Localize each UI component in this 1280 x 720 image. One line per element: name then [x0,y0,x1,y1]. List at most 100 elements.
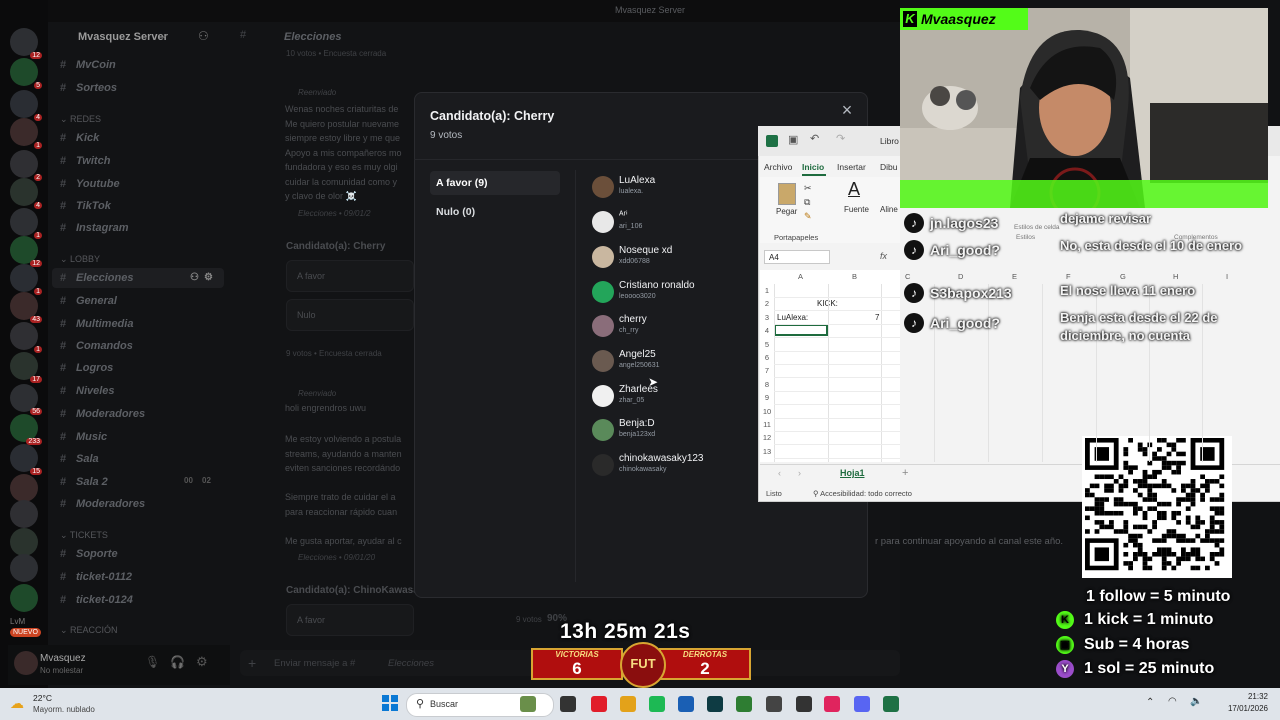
server-icon[interactable]: 2 [10,150,42,181]
column-header[interactable]: E [1012,272,1017,281]
option-a-favor[interactable]: A favor (9) [430,171,560,195]
fx-icon[interactable]: fx [880,251,887,261]
copy-icon[interactable]: ⧉ [804,197,810,208]
channel-item[interactable]: # General [60,295,117,307]
channel-item[interactable]: # Instagram [60,222,129,234]
volume-icon[interactable]: 🔈 [1190,696,1202,707]
wifi-icon[interactable]: ◠ [1168,696,1177,707]
tab-inicio[interactable]: Inicio [802,162,824,172]
channel-item[interactable]: # Youtube [60,178,120,190]
tiktok-app-icon[interactable] [824,696,840,712]
row-header[interactable]: 13 [760,447,774,456]
category-header[interactable]: ⌄ TICKETS [60,530,108,541]
voter-row[interactable]: Angel25 angel250631 [592,347,752,377]
channel-item[interactable]: # Comandos [60,340,133,352]
font-icon[interactable]: A [848,179,860,200]
column-header[interactable]: A [798,272,803,281]
channel-item[interactable]: # Niveles [60,385,115,397]
voter-row[interactable]: Cristiano ronaldo leoooo3020 [592,278,752,308]
voter-row[interactable]: LuAlexa lualexa. [592,173,752,203]
channel-item[interactable]: # Twitch [60,155,110,167]
voter-row[interactable]: Benja:D benja123xd [592,416,752,446]
add-icon[interactable]: + [248,655,256,671]
channel-item[interactable]: # Music [60,431,107,443]
column-header[interactable]: D [958,272,963,281]
add-member-icon[interactable]: ⚇ [190,272,199,283]
gear-icon[interactable]: ⚙ [204,272,213,283]
opera-icon[interactable] [591,696,607,712]
column-header[interactable]: C [905,272,910,281]
server-icon[interactable]: 4 [10,178,42,209]
add-sheet-icon[interactable]: + [902,467,908,479]
undo-icon[interactable]: ↶ [810,132,819,145]
spotify-icon[interactable] [649,696,665,712]
column-header[interactable]: I [1226,272,1228,281]
sheet-tab[interactable]: Hoja1 [840,468,865,478]
game-app-icon[interactable] [520,696,536,712]
row-header[interactable]: 12 [760,433,774,442]
channel-item[interactable]: # ticket-0124 [60,594,133,606]
server-icon[interactable]: 5 [10,58,42,89]
channel-item[interactable]: # Sala 2 00 02 [60,476,211,488]
row-header[interactable]: 2 [760,299,774,308]
server-icon[interactable] [10,474,38,502]
server-icon[interactable]: 1 [10,322,42,353]
server-icon[interactable]: 12 [10,28,42,59]
add-member-icon[interactable]: ⚇ [198,29,209,43]
server-icon[interactable]: 1 [10,118,42,149]
server-icon[interactable] [10,554,38,582]
discord-icon[interactable] [854,696,870,712]
next-sheet-icon[interactable]: › [798,468,801,478]
paste-icon[interactable] [778,183,796,205]
chevron-up-icon[interactable]: ⌃ [1146,697,1154,708]
poll-option[interactable]: A favor [286,260,414,292]
channel-item[interactable]: # Moderadores [60,498,145,510]
headphones-icon[interactable]: 🎧 [170,655,185,669]
tab-insertar[interactable]: Insertar [837,162,866,172]
save-icon[interactable]: ▣ [788,133,798,146]
row-header[interactable]: 8 [760,380,774,389]
channel-item[interactable]: # MvCoin [60,59,116,71]
prev-sheet-icon[interactable]: ‹ [778,468,781,478]
excel-app-icon[interactable] [883,696,899,712]
server-icon[interactable] [10,528,38,556]
category-header[interactable]: ⌄ REDES [60,114,101,125]
windows-start-icon[interactable] [382,695,398,711]
channel-item[interactable]: # Multimedia [60,318,133,330]
row-header[interactable]: 10 [760,407,774,416]
row-header[interactable]: 4 [760,326,774,335]
voter-row[interactable]: Zharlees zhar_05 [592,382,752,412]
format-painter-icon[interactable]: ✎ [804,211,812,222]
obs-icon[interactable] [796,696,812,712]
monitor-icon[interactable] [766,696,782,712]
avatar[interactable] [14,651,38,675]
gear-icon[interactable]: ⚙ [196,654,208,670]
voter-row[interactable]: chinokawasaky123 chinokawasaky [592,451,752,481]
row-header[interactable]: 3 [760,313,774,322]
server-header[interactable]: Mvasquez Server ⌄ ⚇ [48,22,230,52]
column-header[interactable]: F [1066,272,1071,281]
voter-row[interactable]: Noseque xd xdd06788 [592,243,752,273]
column-header[interactable]: G [1120,272,1126,281]
server-icon[interactable]: 4 [10,90,42,121]
server-icon[interactable]: 12 [10,236,42,267]
row-header[interactable]: 1 [760,286,774,295]
row-header[interactable]: 9 [760,393,774,402]
channel-item[interactable]: # TikTok [60,200,111,212]
channel-item[interactable]: # Soporte [60,548,118,560]
weather-icon[interactable]: ☁ [10,695,24,712]
server-icon[interactable] [10,584,38,612]
channel-item[interactable]: # ticket-0112 [60,571,132,583]
server-icon[interactable] [10,500,38,528]
tab-dibujar[interactable]: Dibu [880,162,897,172]
server-icon[interactable]: 1 [10,208,42,239]
row-header[interactable]: 6 [760,353,774,362]
channel-item[interactable]: # Moderadores [60,408,145,420]
close-icon[interactable]: × [838,101,856,119]
voter-row[interactable]: ᴬʳⁱ ari_106 [592,208,752,238]
channel-item[interactable]: # Kick [60,132,99,144]
row-header[interactable]: 7 [760,366,774,375]
poll-option[interactable]: Nulo [286,299,414,331]
cell-a3[interactable]: LuAlexa: [777,313,808,322]
category-header[interactable]: ⌄ REACCIÓN [60,625,118,636]
